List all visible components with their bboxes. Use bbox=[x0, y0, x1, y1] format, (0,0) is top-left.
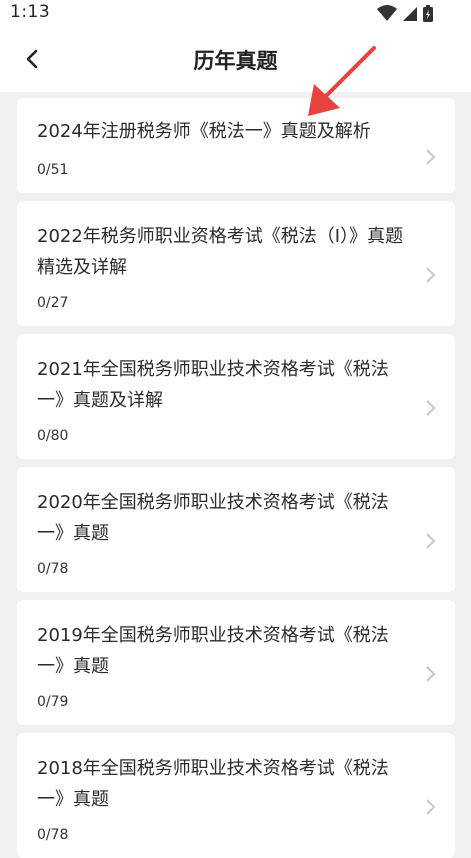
signal-icon bbox=[403, 7, 417, 21]
item-title: 2024年注册税务师《税法一》真题及解析 bbox=[37, 121, 371, 142]
status-icons bbox=[377, 3, 437, 23]
chevron-right-icon bbox=[426, 267, 436, 283]
status-time: 1:13 bbox=[10, 2, 51, 22]
list-item[interactable]: 2021年全国税务师职业技术资格考试《税法一》真题及详解 0/80 bbox=[17, 334, 455, 459]
list-item[interactable]: 2024年注册税务师《税法一》真题及解析 0/51 bbox=[17, 98, 455, 193]
item-title: 2020年全国税务师职业技术资格考试《税法一》真题 bbox=[37, 492, 389, 544]
list-item[interactable]: 2020年全国税务师职业技术资格考试《税法一》真题 0/78 bbox=[17, 467, 455, 592]
item-title: 2019年全国税务师职业技术资格考试《税法一》真题 bbox=[37, 625, 389, 677]
battery-icon bbox=[423, 5, 433, 22]
chevron-right-icon bbox=[426, 149, 436, 165]
item-title: 2022年税务师职业资格考试《税法（I）》真题精选及详解 bbox=[37, 226, 404, 278]
list-item[interactable]: 2022年税务师职业资格考试《税法（I）》真题精选及详解 0/27 bbox=[17, 201, 455, 326]
item-title: 2018年全国税务师职业技术资格考试《税法一》真题 bbox=[37, 758, 389, 810]
item-progress: 0/27 bbox=[37, 295, 69, 311]
item-progress: 0/80 bbox=[37, 428, 69, 444]
chevron-right-icon bbox=[426, 666, 436, 682]
wifi-icon bbox=[377, 5, 397, 21]
list-item[interactable]: 2019年全国税务师职业技术资格考试《税法一》真题 0/79 bbox=[17, 600, 455, 725]
list-item[interactable]: 2018年全国税务师职业技术资格考试《税法一》真题 0/78 bbox=[17, 733, 455, 858]
chevron-right-icon bbox=[426, 799, 436, 815]
app-header: 历年真题 bbox=[0, 26, 471, 92]
item-progress: 0/78 bbox=[37, 561, 69, 577]
status-bar: 1:13 bbox=[0, 0, 471, 26]
item-progress: 0/78 bbox=[37, 827, 69, 843]
chevron-right-icon bbox=[426, 533, 436, 549]
item-progress: 0/79 bbox=[37, 694, 69, 710]
page-title: 历年真题 bbox=[193, 49, 278, 73]
item-progress: 0/51 bbox=[37, 162, 69, 178]
chevron-right-icon bbox=[426, 400, 436, 416]
item-title: 2021年全国税务师职业技术资格考试《税法一》真题及详解 bbox=[37, 359, 389, 411]
